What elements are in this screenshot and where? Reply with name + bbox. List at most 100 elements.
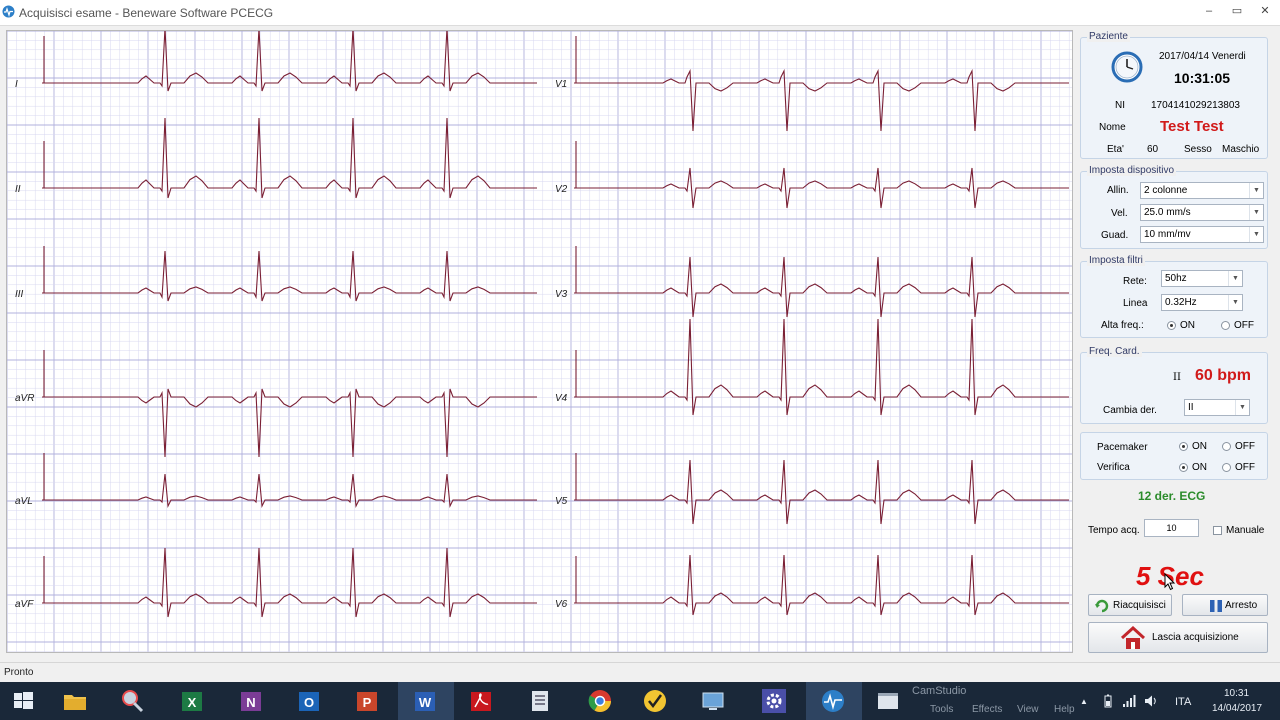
ecg-trace-avf (42, 547, 537, 618)
linea-select[interactable]: 0.32Hz ▼ (1161, 294, 1243, 311)
snipping-tool-icon[interactable] (117, 686, 147, 716)
word-icon[interactable]: W (410, 686, 440, 716)
patient-name: Test Test (1160, 118, 1224, 135)
window-thumbnail-icon[interactable] (873, 686, 903, 716)
rete-select[interactable]: 50hz ▼ (1161, 270, 1243, 287)
control-panel: Paziente 2017/04/14 Venerdi 10:31:05 NI … (1076, 28, 1276, 660)
riacquisisci-label: Riacquisisci (1113, 599, 1166, 611)
arresto-button[interactable]: Arresto (1182, 594, 1268, 616)
camstudio-menu-effects: Effects (972, 704, 1003, 715)
lead-label-avr: aVR (15, 393, 34, 404)
linea-value: 0.32Hz (1165, 297, 1197, 308)
tray-expand-icon[interactable]: ▲ (1080, 697, 1088, 706)
allin-select[interactable]: 2 colonne ▼ (1140, 182, 1264, 199)
rete-value: 50hz (1165, 273, 1187, 284)
svg-text:O: O (304, 695, 314, 710)
radio-selected-icon (1179, 463, 1188, 472)
patient-legend: Paziente (1087, 31, 1130, 42)
outlook-icon[interactable]: O (294, 686, 324, 716)
verifica-label: Verifica (1097, 462, 1130, 473)
manuale-checkbox[interactable]: Manuale (1213, 525, 1264, 536)
radio-selected-icon (1167, 321, 1176, 330)
alta-freq-on-radio[interactable]: ON (1167, 320, 1195, 331)
status-text: Pronto (4, 667, 34, 678)
chevron-down-icon: ▼ (1228, 271, 1242, 286)
guad-label: Guad. (1101, 230, 1129, 241)
pacemaker-off-radio[interactable]: OFF (1222, 441, 1255, 452)
close-button[interactable]: ✕ (1258, 3, 1272, 19)
vel-select[interactable]: 25.0 mm/s ▼ (1140, 204, 1264, 221)
verifica-on-radio[interactable]: ON (1179, 462, 1207, 473)
ecg-grid: IIIIIIaVRaVLaVFV1V2V3V4V5V6 (7, 31, 1072, 652)
ecg-trace-v1 (574, 36, 1069, 132)
home-icon (1120, 626, 1146, 649)
chevron-down-icon: ▼ (1249, 205, 1263, 220)
pacemaker-on-label: ON (1192, 441, 1207, 452)
camstudio-menu-tools: Tools (930, 704, 954, 715)
powerpoint-icon[interactable]: P (352, 686, 382, 716)
allin-value: 2 colonne (1144, 185, 1188, 196)
radio-empty-icon (1221, 321, 1230, 330)
cambia-select[interactable]: II ▼ (1184, 399, 1250, 416)
lead-label-i: I (15, 79, 18, 90)
volume-icon[interactable] (1144, 694, 1158, 708)
windows-start-icon[interactable] (8, 686, 38, 716)
battery-icon[interactable] (1103, 694, 1113, 708)
ecg-trace-avl (42, 453, 537, 508)
clock-time[interactable]: 10:31 (1224, 688, 1249, 699)
svg-text:X: X (188, 695, 197, 710)
device-group: Imposta dispositivo Allin. 2 colonne ▼ Ve… (1080, 165, 1268, 249)
clock-date[interactable]: 14/04/2017 (1212, 703, 1262, 714)
riacquisisci-button[interactable]: Riacquisisci (1088, 594, 1172, 616)
device-legend: Imposta dispositivo (1087, 165, 1177, 176)
svg-text:W: W (419, 695, 432, 710)
radio-empty-icon (1222, 463, 1231, 472)
file-manager-icon[interactable] (525, 686, 555, 716)
maximize-button[interactable]: ▭ (1230, 3, 1244, 19)
onenote-icon[interactable]: N (236, 686, 266, 716)
window-title: Acquisisci esame - Beneware Software PCE… (19, 6, 274, 20)
alta-freq-off-radio[interactable]: OFF (1221, 320, 1254, 331)
acrobat-icon[interactable] (466, 686, 496, 716)
language-indicator[interactable]: ITA (1175, 696, 1191, 708)
vel-label: Vel. (1111, 208, 1128, 219)
checkmark-app-icon[interactable] (640, 686, 670, 716)
excel-icon[interactable]: X (177, 686, 207, 716)
chevron-down-icon: ▼ (1228, 295, 1242, 310)
sex-label: Sesso (1184, 144, 1212, 155)
guad-select[interactable]: 10 mm/mv ▼ (1140, 226, 1264, 243)
ecg-trace-iii (42, 246, 537, 302)
ecg-display: I II III aVR aVL aVF V1 V2 V3 V4 V5 V6 (6, 30, 1073, 653)
radio-selected-icon (1179, 442, 1188, 451)
taskbar: X N O P W CamStudio Tools Effects View H… (0, 682, 1280, 720)
verifica-off-radio[interactable]: OFF (1222, 462, 1255, 473)
filters-legend: Imposta filtri (1087, 255, 1145, 266)
chevron-down-icon: ▼ (1249, 183, 1263, 198)
lascia-acquisizione-button[interactable]: Lascia acquisizione (1088, 622, 1268, 653)
pacemaker-on-radio[interactable]: ON (1179, 441, 1207, 452)
verifica-off-label: OFF (1235, 462, 1255, 473)
linea-label: Linea (1123, 298, 1148, 309)
pacemaker-label: Pacemaker (1097, 442, 1148, 453)
ecg-trace-ii (42, 117, 537, 199)
patient-group: Paziente 2017/04/14 Venerdi 10:31:05 NI … (1080, 31, 1268, 159)
ecg-trace-i (42, 31, 537, 92)
alta-off-label: OFF (1234, 320, 1254, 331)
ecg-trace-avr (42, 350, 537, 458)
remote-desktop-icon[interactable] (698, 686, 728, 716)
chrome-icon[interactable] (585, 686, 615, 716)
settings-gear-icon[interactable] (759, 686, 789, 716)
filters-group: Imposta filtri Rete: 50hz ▼ Linea 0.32Hz ▼… (1080, 255, 1268, 338)
alta-on-label: ON (1180, 320, 1195, 331)
lead-label-v5: V5 (555, 496, 568, 507)
file-explorer-icon[interactable] (60, 686, 90, 716)
status-bar: Pronto (0, 662, 1280, 681)
checkbox-icon (1213, 526, 1222, 535)
tempo-acq-input[interactable]: 10 (1144, 519, 1199, 537)
pause-icon (1210, 600, 1222, 612)
pcecg-icon[interactable] (818, 686, 848, 716)
ecg-trace-v6 (574, 554, 1069, 616)
exam-date: 2017/04/14 Venerdi (1159, 51, 1246, 62)
signal-icon[interactable] (1122, 694, 1136, 708)
minimize-button[interactable]: – (1202, 3, 1216, 19)
